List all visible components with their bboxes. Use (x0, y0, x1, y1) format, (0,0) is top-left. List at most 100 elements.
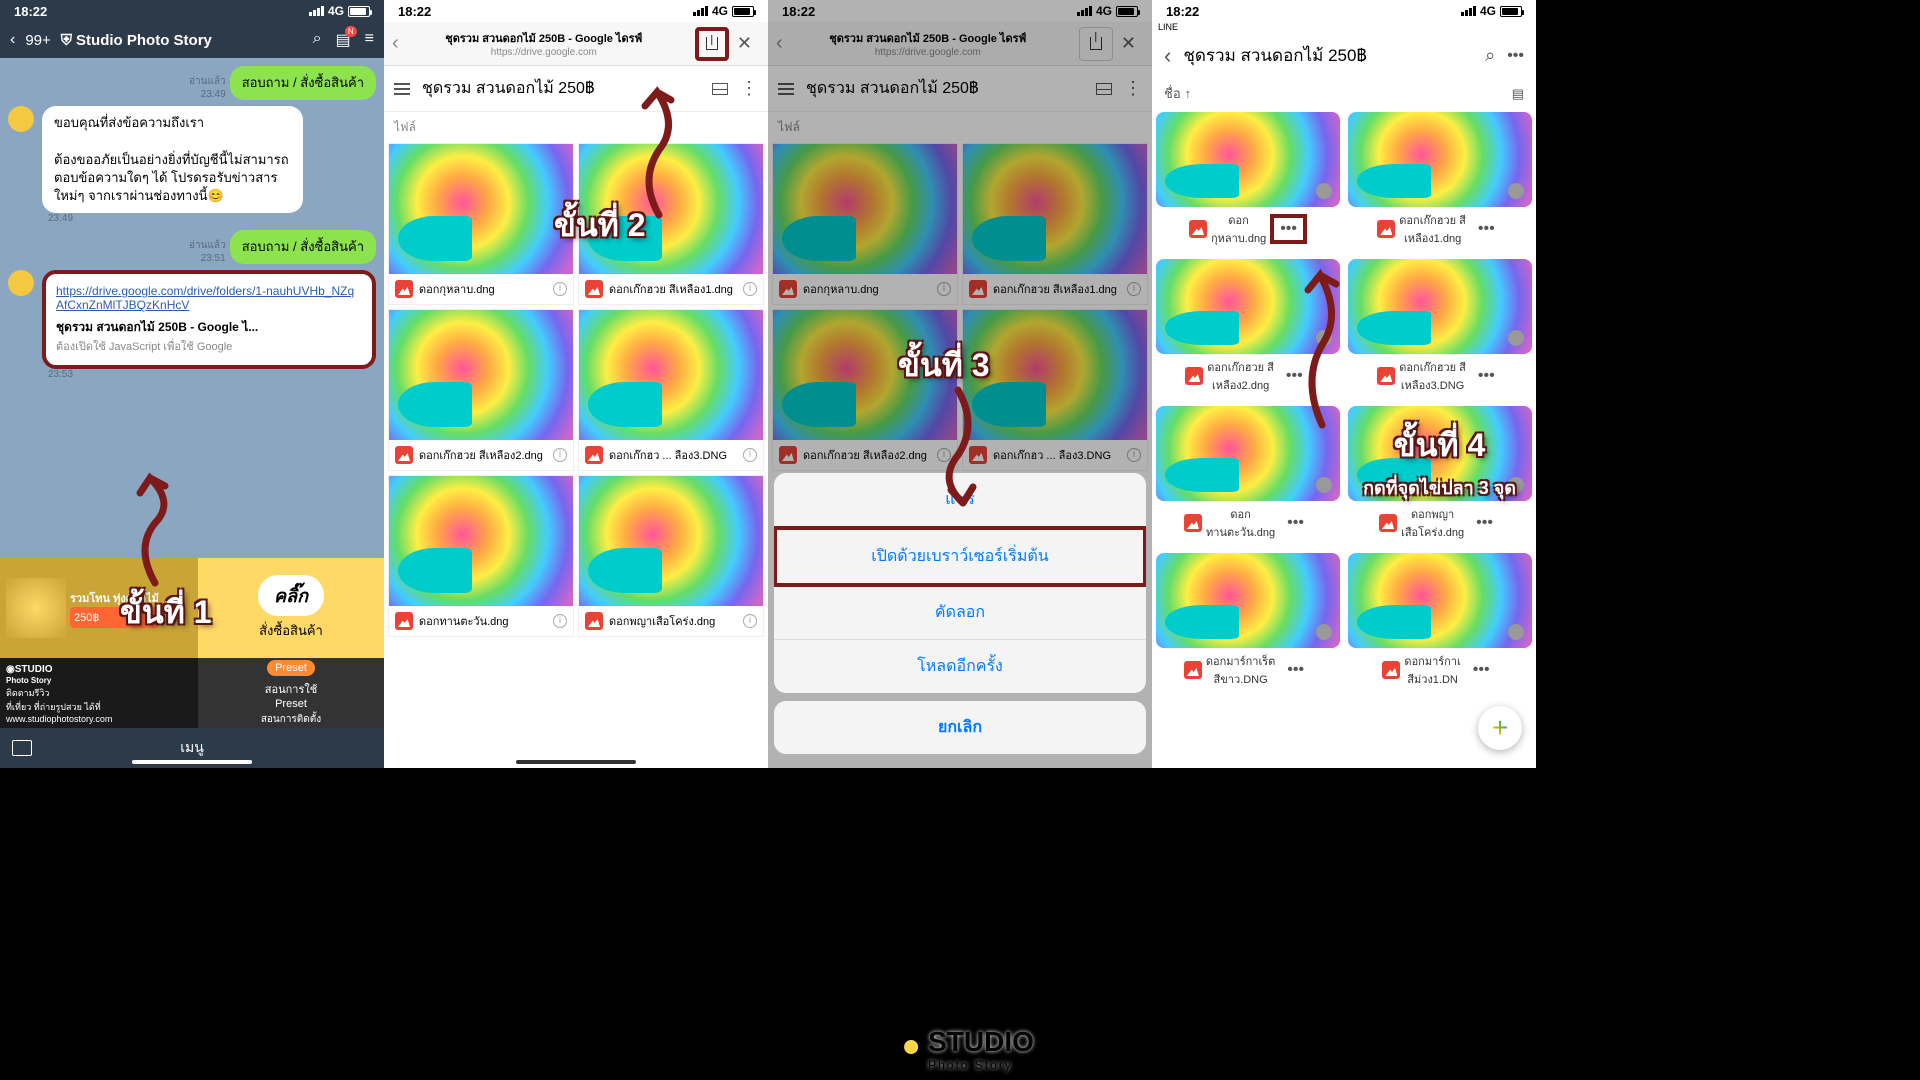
order-label: สั่งซื้อสินค้า (259, 620, 323, 641)
more-icon[interactable]: ⋮ (740, 78, 758, 99)
item-more-button[interactable]: ••• (1468, 514, 1501, 532)
drive-toolbar: ชุดรวม สวนดอกไม้ 250฿ ⋮ (384, 66, 768, 112)
back-button[interactable]: ‹ (1164, 43, 1171, 69)
image-icon (395, 612, 413, 630)
battery-icon (732, 6, 754, 17)
file-item[interactable]: ดอกเก๊กฮวย สี เหลือง3.DNG••• (1344, 255, 1536, 402)
info-icon[interactable]: i (553, 448, 567, 462)
menu-icon[interactable]: ≡ (365, 30, 374, 50)
drive-link[interactable]: https://drive.google.com/drive/folders/1… (56, 284, 354, 312)
learn-preset[interactable]: Preset สอนการใช้ Preset สอนการติดตั้ง (198, 658, 384, 728)
back-to-line[interactable]: LINE (1152, 22, 1536, 32)
avatar[interactable] (8, 106, 34, 132)
fab-add-button[interactable]: + (1478, 706, 1522, 750)
keyboard-icon[interactable] (12, 740, 32, 756)
folder-name: ชุดรวม สวนดอกไม้ 250฿ (1183, 42, 1473, 69)
sheet-reload[interactable]: โหลดอีกครั้ง (774, 640, 1146, 693)
home-indicator (516, 760, 636, 764)
page-url: https://drive.google.com (399, 47, 689, 58)
file-item[interactable]: ดอกเก๊กฮวย สี เหลือง1.dng••• (1344, 108, 1536, 255)
page-title: ชุดรวม สวนดอกไม้ 250B - Google ไดรฟ์ (399, 29, 689, 47)
status-bar: 18:22 4G (384, 0, 768, 22)
menu-bar[interactable]: เมนู (0, 728, 384, 768)
drive-link-message[interactable]: https://drive.google.com/drive/folders/1… (42, 270, 376, 369)
battery-icon (348, 6, 370, 17)
item-more-button[interactable]: ••• (1270, 214, 1307, 244)
info-icon[interactable]: i (743, 282, 757, 296)
info-icon[interactable]: i (743, 448, 757, 462)
clock: 18:22 (14, 4, 47, 19)
browser-address-bar: ‹ ชุดรวม สวนดอกไม้ 250B - Google ไดรฟ์ h… (384, 22, 768, 66)
image-icon (585, 446, 603, 464)
file-grid: ดอกกุหลาบ.dngi ดอกเก๊กฮวย สีเหลือง1.dngi… (384, 143, 768, 637)
image-icon (395, 446, 413, 464)
file-item[interactable]: ดอกเก๊กฮวย สีเหลือง2.dngi (388, 309, 574, 471)
close-icon[interactable]: ✕ (729, 33, 760, 54)
chat-title: ⛨ Studio Photo Story (61, 32, 303, 49)
sheet-open-browser[interactable]: เปิดด้วยเบราว์เซอร์เริ่มต้น (774, 526, 1146, 587)
back-button[interactable]: ‹ (10, 31, 15, 49)
file-item[interactable]: ดอกพญาเสือโคร่ง.dngi (578, 475, 764, 637)
network-label: 4G (328, 4, 344, 18)
promo-banner: รวมโทน ทุ่งดอกไม้ 250฿ คลิ๊ก สั่งซื้อสิน… (0, 558, 384, 768)
more-icon[interactable]: ••• (1507, 47, 1524, 65)
signal-icon (693, 6, 708, 16)
item-more-button[interactable]: ••• (1279, 661, 1312, 679)
item-more-button[interactable]: ••• (1279, 514, 1312, 532)
home-indicator (132, 760, 252, 764)
bot-reply[interactable]: ขอบคุณที่ส่งข้อความถึงเรา ต้องขออภัยเป็น… (42, 106, 303, 213)
folder-name: ชุดรวม สวนดอกไม้ 250฿ (422, 76, 700, 101)
file-item[interactable]: ดอกกุหลาบ.dngi (388, 143, 574, 305)
unread-badge: 99+ (25, 32, 50, 49)
file-item[interactable]: ดอกทานตะวัน.dngi (388, 475, 574, 637)
camera-icon (886, 1036, 922, 1062)
file-item[interactable]: ดอกเก๊กฮวย สีเหลือง1.dngi (578, 143, 764, 305)
file-item[interactable]: ดอกพญา เสือโคร่ง.dng••• (1344, 402, 1536, 549)
item-more-button[interactable]: ••• (1465, 661, 1498, 679)
clock: 18:22 (398, 4, 431, 19)
hamburger-icon[interactable] (394, 88, 410, 90)
sheet-cancel[interactable]: ยกเลิก (774, 701, 1146, 754)
watermark: STUDIOPhoto Story (886, 1026, 1034, 1072)
share-icon (706, 37, 718, 50)
my-message[interactable]: สอบถาม / สั่งซื้อสินค้า (230, 230, 376, 264)
view-toggle-icon[interactable]: ▤ (1512, 86, 1524, 102)
share-button[interactable] (695, 27, 729, 61)
image-icon (585, 612, 603, 630)
notes-icon[interactable]: ▤ (336, 30, 351, 50)
file-item[interactable]: ดอก กุหลาบ.dng••• (1152, 108, 1344, 255)
file-item[interactable]: ดอก ทานตะวัน.dng••• (1152, 402, 1344, 549)
info-icon[interactable]: i (743, 614, 757, 628)
info-icon[interactable]: i (553, 614, 567, 628)
files-section-label: ไฟล์ (384, 112, 768, 143)
file-item[interactable]: ดอกเก๊กฮว ... ลือง3.DNGi (578, 309, 764, 471)
view-toggle-icon[interactable] (712, 83, 728, 95)
promo-image: รวมโทน ทุ่งดอกไม้ 250฿ (0, 558, 198, 658)
my-message[interactable]: สอบถาม / สั่งซื้อสินค้า (230, 66, 376, 100)
studio-logo: ◉STUDIOPhoto Story ติดตามรีวิว ที่เที่ยว… (0, 658, 198, 728)
panel-drive-app: 18:224G LINE ‹ ชุดรวม สวนดอกไม้ 250฿ ⌕ •… (1152, 0, 1536, 768)
file-item[interactable]: ดอกมาร์กาเร็ต สีขาว.DNG••• (1152, 549, 1344, 696)
item-more-button[interactable]: ••• (1470, 220, 1503, 238)
status-bar: 18:22 4G (0, 0, 384, 22)
sheet-copy[interactable]: คัดลอก (774, 586, 1146, 640)
shared-icon (1316, 183, 1332, 199)
item-more-button[interactable]: ••• (1470, 367, 1503, 385)
signal-icon (309, 6, 324, 16)
action-sheet: แชร์ เปิดด้วยเบราว์เซอร์เริ่มต้น คัดลอก … (774, 473, 1146, 762)
file-item[interactable]: ดอกมาร์กาเ สีม่วง1.DN••• (1344, 549, 1536, 696)
panel-action-sheet: 18:224G ‹ ชุดรวม สวนดอกไม้ 250B - Google… (768, 0, 1152, 768)
sheet-share[interactable]: แชร์ (774, 473, 1146, 527)
item-more-button[interactable]: ••• (1278, 367, 1311, 385)
back-icon[interactable]: ‹ (392, 32, 399, 55)
search-icon[interactable]: ⌕ (313, 30, 322, 50)
info-icon[interactable]: i (553, 282, 567, 296)
click-button[interactable]: คลิ๊ก (258, 575, 324, 616)
file-grid: ดอก กุหลาบ.dng••• ดอกเก๊กฮวย สี เหลือง1.… (1152, 108, 1536, 696)
avatar[interactable] (8, 270, 34, 296)
image-icon (585, 280, 603, 298)
panel-browser-drive: 18:22 4G ‹ ชุดรวม สวนดอกไม้ 250B - Googl… (384, 0, 768, 768)
file-item[interactable]: ดอกเก๊กฮวย สี เหลือง2.dng••• (1152, 255, 1344, 402)
search-icon[interactable]: ⌕ (1485, 45, 1495, 66)
sort-row[interactable]: ชื่อ↑ ▤ (1152, 79, 1536, 108)
